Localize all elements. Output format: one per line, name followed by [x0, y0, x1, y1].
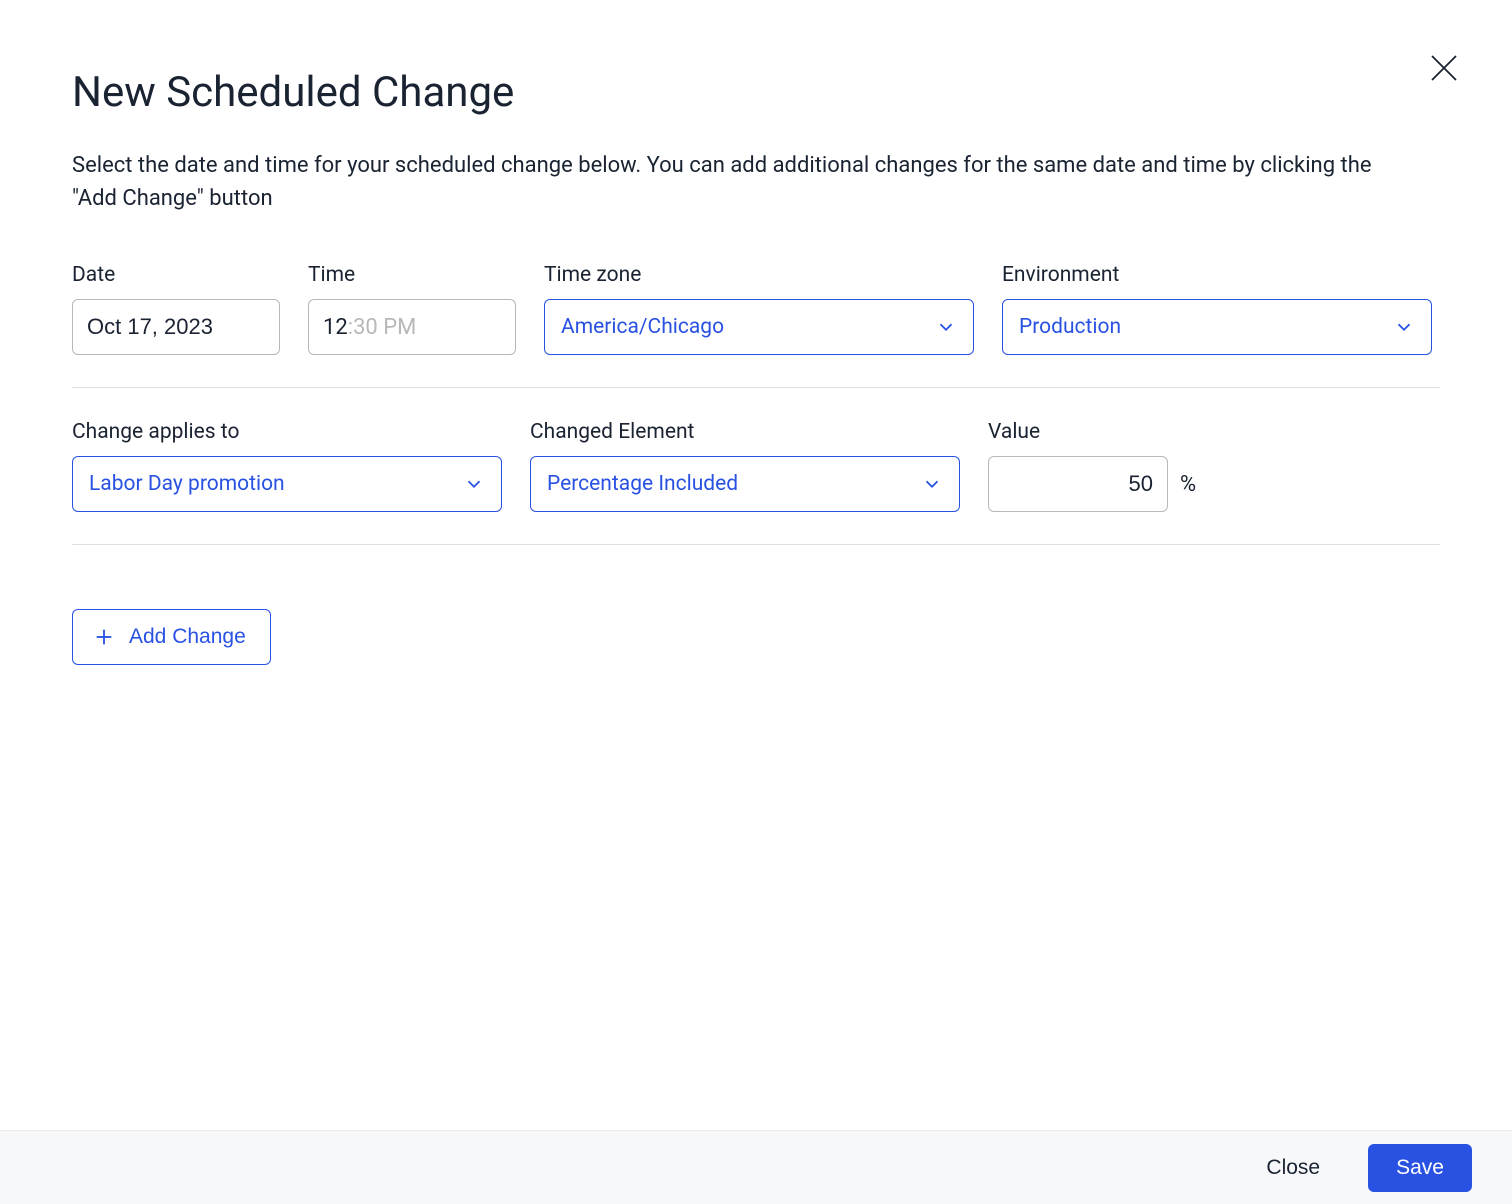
timezone-value: America/Chicago: [561, 315, 724, 339]
modal-title: New Scheduled Change: [72, 68, 1440, 117]
add-change-button[interactable]: Add Change: [72, 609, 271, 665]
time-placeholder: :30 PM: [348, 315, 417, 340]
divider: [72, 544, 1440, 545]
save-button[interactable]: Save: [1368, 1144, 1472, 1192]
close-icon: [1426, 50, 1462, 86]
environment-value: Production: [1019, 315, 1121, 339]
applies-group: Change applies to Labor Day promotion: [72, 420, 502, 512]
timezone-label: Time zone: [544, 263, 974, 287]
element-value: Percentage Included: [547, 472, 738, 496]
element-group: Changed Element Percentage Included: [530, 420, 960, 512]
environment-group: Environment Production: [1002, 263, 1432, 355]
timezone-group: Time zone America/Chicago: [544, 263, 974, 355]
time-hour: 12: [323, 315, 348, 340]
close-x-button[interactable]: [1424, 48, 1464, 88]
value-group: Value %: [988, 420, 1196, 512]
environment-label: Environment: [1002, 263, 1432, 287]
applies-label: Change applies to: [72, 420, 502, 444]
add-change-label: Add Change: [129, 625, 246, 649]
date-label: Date: [72, 263, 280, 287]
value-wrapper: %: [988, 456, 1196, 512]
applies-select[interactable]: Labor Day promotion: [72, 456, 502, 512]
plus-icon: [93, 626, 115, 648]
modal-footer: Close Save: [0, 1130, 1512, 1204]
value-suffix: %: [1180, 472, 1196, 497]
close-button[interactable]: Close: [1250, 1146, 1336, 1190]
time-input[interactable]: 12:30 PM: [308, 299, 516, 355]
value-input[interactable]: [988, 456, 1168, 512]
schedule-row: Date Time 12:30 PM Time zone America/Chi…: [72, 263, 1440, 355]
element-label: Changed Element: [530, 420, 960, 444]
time-group: Time 12:30 PM: [308, 263, 516, 355]
element-select[interactable]: Percentage Included: [530, 456, 960, 512]
divider: [72, 387, 1440, 388]
modal-content: New Scheduled Change Select the date and…: [0, 0, 1512, 1130]
environment-select[interactable]: Production: [1002, 299, 1432, 355]
timezone-select[interactable]: America/Chicago: [544, 299, 974, 355]
modal-description: Select the date and time for your schedu…: [72, 149, 1392, 215]
date-input[interactable]: [72, 299, 280, 355]
chevron-down-icon: [1393, 316, 1415, 338]
change-row: Change applies to Labor Day promotion Ch…: [72, 420, 1440, 512]
applies-value: Labor Day promotion: [89, 472, 285, 496]
date-group: Date: [72, 263, 280, 355]
chevron-down-icon: [463, 473, 485, 495]
chevron-down-icon: [921, 473, 943, 495]
chevron-down-icon: [935, 316, 957, 338]
value-label: Value: [988, 420, 1196, 444]
time-label: Time: [308, 263, 516, 287]
